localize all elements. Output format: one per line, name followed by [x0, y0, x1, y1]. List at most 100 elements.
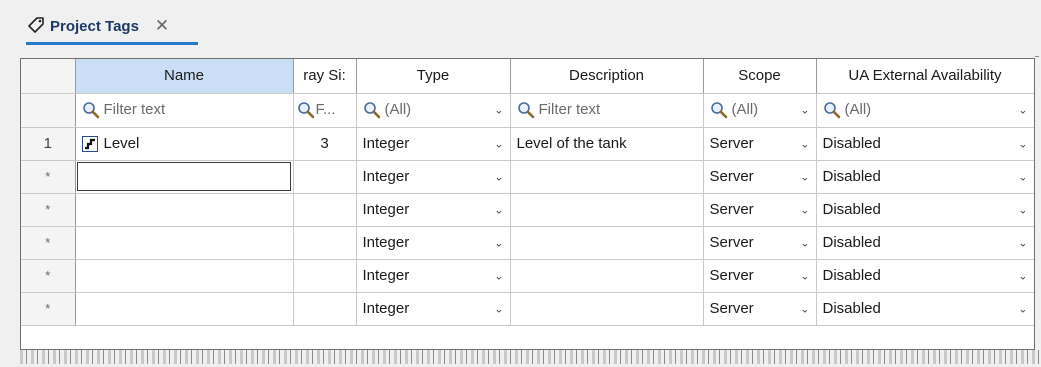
- filter-description-placeholder: Filter text: [538, 100, 601, 118]
- table-row[interactable]: * Integer ⌄ Server ⌄ Disabled ⌄: [21, 160, 1034, 194]
- chevron-down-icon[interactable]: ⌄: [1018, 170, 1027, 183]
- row-number[interactable]: *: [21, 226, 76, 260]
- cell-ua-availability[interactable]: Disabled ⌄: [816, 160, 1034, 194]
- row-number[interactable]: *: [21, 193, 76, 227]
- filter-name-placeholder: Filter text: [103, 100, 166, 118]
- chevron-down-icon[interactable]: ⌄: [494, 302, 503, 315]
- filter-scope-select[interactable]: (All) ⌄: [703, 93, 817, 128]
- new-row-marker: *: [45, 235, 51, 250]
- tab-project-tags[interactable]: Project Tags ✕: [26, 10, 198, 42]
- cell-ua-value: Disabled: [822, 135, 881, 152]
- cell-description[interactable]: [510, 259, 704, 293]
- chevron-down-icon[interactable]: ⌄: [494, 137, 503, 150]
- cell-type-value: Integer: [362, 201, 410, 218]
- filter-name-input[interactable]: Filter text: [75, 93, 294, 128]
- chevron-down-icon[interactable]: ⌄: [1018, 203, 1027, 216]
- cell-array-size[interactable]: [293, 160, 357, 194]
- cell-scope-value: Server: [709, 168, 754, 185]
- cell-scope[interactable]: Server ⌄: [703, 226, 817, 260]
- tag-icon: [26, 16, 46, 36]
- cell-ua-availability[interactable]: Disabled ⌄: [816, 259, 1034, 293]
- new-row-marker: *: [45, 268, 51, 283]
- cell-ua-availability[interactable]: Disabled ⌄: [816, 193, 1034, 227]
- chevron-down-icon[interactable]: ⌄: [800, 170, 809, 183]
- filter-type-select[interactable]: (All) ⌄: [356, 93, 511, 128]
- chevron-down-icon[interactable]: ⌄: [1018, 104, 1027, 117]
- column-header-array-size[interactable]: ray Si:: [293, 59, 357, 94]
- cell-ua-availability[interactable]: Disabled ⌄: [816, 127, 1034, 161]
- cell-name[interactable]: [75, 193, 294, 227]
- row-number[interactable]: *: [21, 259, 76, 293]
- table-row[interactable]: 1 Level 3 Integer ⌄ Level of the tank Ser…: [21, 127, 1034, 161]
- cell-type[interactable]: Integer ⌄: [356, 193, 511, 227]
- chevron-down-icon[interactable]: ⌄: [494, 269, 503, 282]
- cell-array-size[interactable]: [293, 292, 357, 326]
- chevron-down-icon[interactable]: ⌄: [494, 170, 503, 183]
- chevron-down-icon[interactable]: ⌄: [800, 203, 809, 216]
- column-header-type[interactable]: Type: [356, 59, 511, 94]
- row-number[interactable]: *: [21, 292, 76, 326]
- chevron-down-icon[interactable]: ⌄: [494, 104, 503, 117]
- filter-row-header: [21, 93, 76, 128]
- chevron-down-icon[interactable]: ⌄: [1018, 302, 1027, 315]
- cell-ua-availability[interactable]: Disabled ⌄: [816, 226, 1034, 260]
- cell-ua-availability[interactable]: Disabled ⌄: [816, 292, 1034, 326]
- cell-description[interactable]: [510, 226, 704, 260]
- cell-type[interactable]: Integer ⌄: [356, 127, 511, 161]
- chevron-down-icon[interactable]: ⌄: [494, 236, 503, 249]
- cell-type[interactable]: Integer ⌄: [356, 160, 511, 194]
- chevron-down-icon[interactable]: ⌄: [1018, 269, 1027, 282]
- chevron-down-icon[interactable]: ⌄: [800, 104, 809, 117]
- cell-array-size[interactable]: [293, 259, 357, 293]
- filter-ua-select[interactable]: (All) ⌄: [816, 93, 1034, 128]
- cell-type[interactable]: Integer ⌄: [356, 292, 511, 326]
- chevron-down-icon[interactable]: ⌄: [800, 269, 809, 282]
- cell-description[interactable]: [510, 292, 704, 326]
- row-header-corner: [21, 59, 76, 94]
- column-header-ua-availability[interactable]: UA External Availability: [816, 59, 1034, 94]
- cell-type[interactable]: Integer ⌄: [356, 226, 511, 260]
- horizontal-scrollbar[interactable]: [20, 350, 1041, 364]
- filter-scope-value: (All): [731, 100, 759, 118]
- chevron-down-icon[interactable]: ⌄: [800, 236, 809, 249]
- chevron-down-icon[interactable]: ⌄: [1018, 137, 1027, 150]
- close-icon[interactable]: ✕: [155, 16, 169, 36]
- chevron-down-icon[interactable]: ⌄: [1018, 236, 1027, 249]
- cell-scope[interactable]: Server ⌄: [703, 193, 817, 227]
- filter-array-size-input[interactable]: F...: [293, 93, 357, 128]
- chevron-down-icon[interactable]: ⌄: [800, 302, 809, 315]
- table-row[interactable]: * Integer ⌄ Server ⌄ Disabled ⌄: [21, 193, 1034, 227]
- column-header-description[interactable]: Description: [510, 59, 704, 94]
- cell-type[interactable]: Integer ⌄: [356, 259, 511, 293]
- filter-description-input[interactable]: Filter text: [510, 93, 704, 128]
- chevron-down-icon[interactable]: ⌄: [800, 137, 809, 150]
- cell-description[interactable]: [510, 193, 704, 227]
- row-number[interactable]: *: [21, 160, 76, 194]
- cell-name[interactable]: [75, 292, 294, 326]
- cell-name[interactable]: [75, 160, 294, 194]
- new-row-marker: *: [45, 301, 51, 316]
- chevron-down-icon[interactable]: ⌄: [494, 203, 503, 216]
- cell-array-size[interactable]: [293, 226, 357, 260]
- cell-scope[interactable]: Server ⌄: [703, 127, 817, 161]
- header-row: Name ray Si: Type Description Scope UA E…: [21, 59, 1034, 94]
- magnifier-icon: [363, 101, 381, 119]
- cell-scope[interactable]: Server ⌄: [703, 160, 817, 194]
- table-row[interactable]: * Integer ⌄ Server ⌄ Disabled ⌄: [21, 292, 1034, 326]
- cell-scope[interactable]: Server ⌄: [703, 292, 817, 326]
- column-header-scope[interactable]: Scope: [703, 59, 817, 94]
- cell-array-size[interactable]: [293, 193, 357, 227]
- table-row[interactable]: * Integer ⌄ Server ⌄ Disabled ⌄: [21, 259, 1034, 293]
- column-header-name[interactable]: Name: [75, 59, 294, 94]
- cell-name[interactable]: [75, 226, 294, 260]
- cell-name[interactable]: [75, 259, 294, 293]
- row-number[interactable]: 1: [21, 127, 76, 161]
- cell-scope-value: Server: [709, 267, 754, 284]
- filter-array-size-placeholder: F...: [315, 100, 336, 118]
- cell-name[interactable]: Level: [75, 127, 294, 161]
- cell-array-size[interactable]: 3: [293, 127, 357, 161]
- table-row[interactable]: * Integer ⌄ Server ⌄ Disabled ⌄: [21, 226, 1034, 260]
- cell-description[interactable]: [510, 160, 704, 194]
- cell-scope[interactable]: Server ⌄: [703, 259, 817, 293]
- cell-description[interactable]: Level of the tank: [510, 127, 704, 161]
